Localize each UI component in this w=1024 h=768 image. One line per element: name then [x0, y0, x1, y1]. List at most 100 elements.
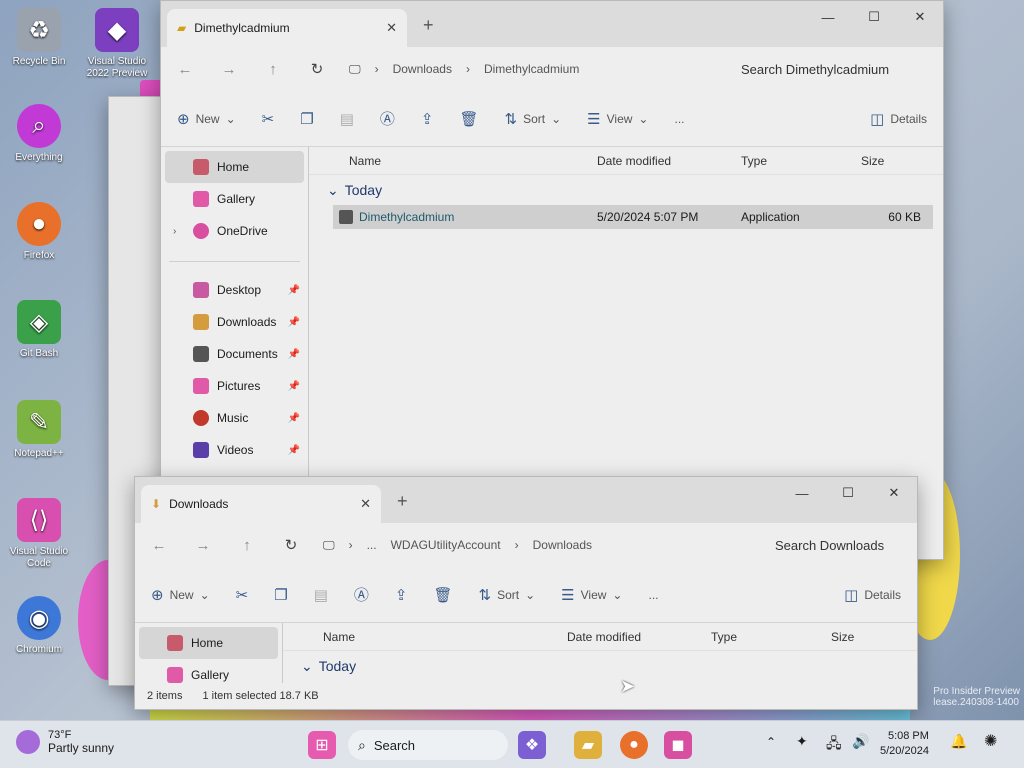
tab-downloads[interactable]: ⬇ Downloads ✕ — [141, 485, 381, 523]
sort-button[interactable]: ⇅ Sort ⌄ — [505, 110, 562, 128]
rename-button[interactable]: Ⓐ — [354, 584, 369, 605]
breadcrumb-item[interactable]: Downloads — [533, 538, 592, 552]
desktop-icon-notepad-plus-plus[interactable]: ✎ Notepad++ — [4, 400, 74, 460]
cut-button[interactable]: ✂ — [236, 586, 249, 604]
paste-button[interactable]: ▤ — [340, 110, 354, 128]
rename-button[interactable]: Ⓐ — [380, 108, 395, 129]
breadcrumb-item[interactable]: Dimethylcadmium — [484, 62, 579, 76]
column-header-type[interactable]: Type — [711, 630, 831, 644]
network-icon[interactable]: 🖧 — [826, 733, 842, 757]
close-tab-icon[interactable]: ✕ — [386, 20, 397, 36]
breadcrumb-item[interactable]: WDAGUtilityAccount — [391, 538, 501, 552]
new-button[interactable]: ⊕ New ⌄ — [177, 110, 236, 128]
up-button[interactable]: ↑ — [261, 61, 285, 78]
search-input[interactable]: Search Dimethylcadmium — [731, 62, 931, 77]
desktop-icon-visual-studio-preview[interactable]: ◆ Visual Studio 2022 Preview — [82, 8, 152, 80]
task-view-button[interactable]: ❖ — [518, 731, 546, 759]
new-tab-button[interactable]: + — [397, 491, 408, 512]
desktop-icon-everything[interactable]: ⌕ Everything — [4, 104, 74, 164]
forward-button[interactable]: → — [217, 61, 241, 78]
copy-button[interactable]: ❐ — [274, 586, 287, 604]
refresh-button[interactable]: ↻ — [305, 60, 329, 78]
nav-item-documents[interactable]: Documents 📌 — [161, 338, 308, 370]
more-button[interactable]: ... — [648, 588, 658, 602]
view-button[interactable]: ☰ View ⌄ — [561, 586, 622, 604]
weather-widget[interactable]: 73°F Partly sunny — [16, 729, 114, 755]
details-button[interactable]: ◫ Details — [870, 110, 927, 128]
refresh-button[interactable]: ↻ — [279, 536, 303, 554]
nav-item-pictures[interactable]: Pictures 📌 — [161, 370, 308, 402]
title-bar[interactable]: ⬇ Downloads ✕ + — ☐ ✕ — [135, 477, 917, 523]
breadcrumb[interactable]: 🖵 › Downloads › Dimethylcadmium — [349, 62, 711, 77]
title-bar[interactable]: ▰ Dimethylcadmium ✕ + — ☐ ✕ — [161, 1, 943, 47]
group-header-today[interactable]: ⌄ Today — [283, 651, 917, 681]
column-header-date[interactable]: Date modified — [597, 154, 741, 168]
desktop-icon-firefox[interactable]: ● Firefox — [4, 202, 74, 262]
nav-item-home[interactable]: Home — [165, 151, 304, 183]
column-header-name[interactable]: Name — [283, 630, 567, 644]
share-button[interactable]: ⇪ — [395, 586, 408, 604]
chevron-down-icon[interactable]: ⌄ — [301, 658, 313, 675]
store-taskbar-button[interactable]: ◼ — [664, 731, 692, 759]
column-header-type[interactable]: Type — [741, 154, 861, 168]
column-header-date[interactable]: Date modified — [567, 630, 711, 644]
desktop-icon-vscode[interactable]: ⟨⟩ Visual Studio Code — [4, 498, 74, 570]
notification-icon[interactable]: 🔔 — [950, 733, 967, 750]
desktop-icon-git-bash[interactable]: ◈ Git Bash — [4, 300, 74, 360]
minimize-button[interactable]: — — [805, 1, 851, 33]
column-header-size[interactable]: Size — [831, 630, 891, 644]
nav-item-gallery[interactable]: Gallery — [161, 183, 308, 215]
nav-item-desktop[interactable]: Desktop 📌 — [161, 274, 308, 306]
back-button[interactable]: ← — [173, 61, 197, 78]
close-button[interactable]: ✕ — [871, 477, 917, 509]
firefox-taskbar-button[interactable]: ● — [620, 731, 648, 759]
up-button[interactable]: ↑ — [235, 537, 259, 554]
desktop-icon-recycle-bin[interactable]: ♻ Recycle Bin — [4, 8, 74, 68]
nav-item-downloads[interactable]: Downloads 📌 — [161, 306, 308, 338]
new-button[interactable]: ⊕ New ⌄ — [151, 586, 210, 604]
column-header-size[interactable]: Size — [861, 154, 931, 168]
table-row[interactable]: Dimethylcadmium 5/20/2024 5:07 PM Applic… — [333, 205, 933, 229]
nav-item-home[interactable]: Home — [139, 627, 278, 659]
minimize-button[interactable]: — — [779, 477, 825, 509]
file-list[interactable]: Name Date modified Type Size ⌄ Today — [283, 623, 917, 685]
maximize-button[interactable]: ☐ — [851, 1, 897, 33]
view-button[interactable]: ☰ View ⌄ — [587, 110, 648, 128]
close-tab-icon[interactable]: ✕ — [360, 496, 371, 512]
taskbar-search[interactable]: ⌕ Search — [348, 730, 508, 760]
nav-item-onedrive[interactable]: › OneDrive — [161, 215, 308, 247]
close-button[interactable]: ✕ — [897, 1, 943, 33]
paste-button[interactable]: ▤ — [314, 586, 328, 604]
new-tab-button[interactable]: + — [423, 15, 434, 36]
details-button[interactable]: ◫ Details — [844, 586, 901, 604]
nav-item-videos[interactable]: Videos 📌 — [161, 434, 308, 466]
show-hidden-icons-chevron-icon[interactable]: ⌃ — [766, 735, 776, 749]
sort-button[interactable]: ⇅ Sort ⌄ — [479, 586, 536, 604]
group-header-today[interactable]: ⌄ Today — [309, 175, 943, 205]
column-header-name[interactable]: Name — [309, 154, 597, 168]
cut-button[interactable]: ✂ — [262, 110, 275, 128]
back-button[interactable]: ← — [147, 537, 171, 554]
volume-icon[interactable]: 🔊 — [852, 733, 869, 750]
file-explorer-taskbar-button[interactable]: ▰ — [574, 731, 602, 759]
breadcrumb-item[interactable]: Downloads — [393, 62, 452, 76]
chevron-right-icon[interactable]: › — [173, 226, 176, 237]
search-input[interactable]: Search Downloads — [765, 538, 905, 553]
start-button[interactable]: ⊞ — [308, 731, 336, 759]
copy-button[interactable]: ❐ — [300, 110, 313, 128]
breadcrumb-overflow[interactable]: ... — [367, 538, 377, 552]
clock[interactable]: 5:08 PM 5/20/2024 — [880, 729, 929, 759]
share-button[interactable]: ⇪ — [421, 110, 434, 128]
explorer-window-downloads[interactable]: ⬇ Downloads ✕ + — ☐ ✕ ← → ↑ ↻ 🖵 › ... WD… — [134, 476, 918, 710]
forward-button[interactable]: → — [191, 537, 215, 554]
desktop-icon-chromium[interactable]: ◉ Chromium — [4, 596, 74, 656]
delete-button[interactable]: 🗑 — [459, 110, 478, 128]
nav-item-music[interactable]: Music 📌 — [161, 402, 308, 434]
more-button[interactable]: ... — [674, 112, 684, 126]
maximize-button[interactable]: ☐ — [825, 477, 871, 509]
tray-app-icon[interactable]: ✦ — [796, 733, 808, 750]
breadcrumb[interactable]: 🖵 › ... WDAGUtilityAccount › Downloads — [323, 538, 745, 553]
delete-button[interactable]: 🗑 — [433, 586, 452, 604]
tab-dimethylcadmium[interactable]: ▰ Dimethylcadmium ✕ — [167, 9, 407, 47]
copilot-icon[interactable]: ✺ — [984, 731, 997, 751]
